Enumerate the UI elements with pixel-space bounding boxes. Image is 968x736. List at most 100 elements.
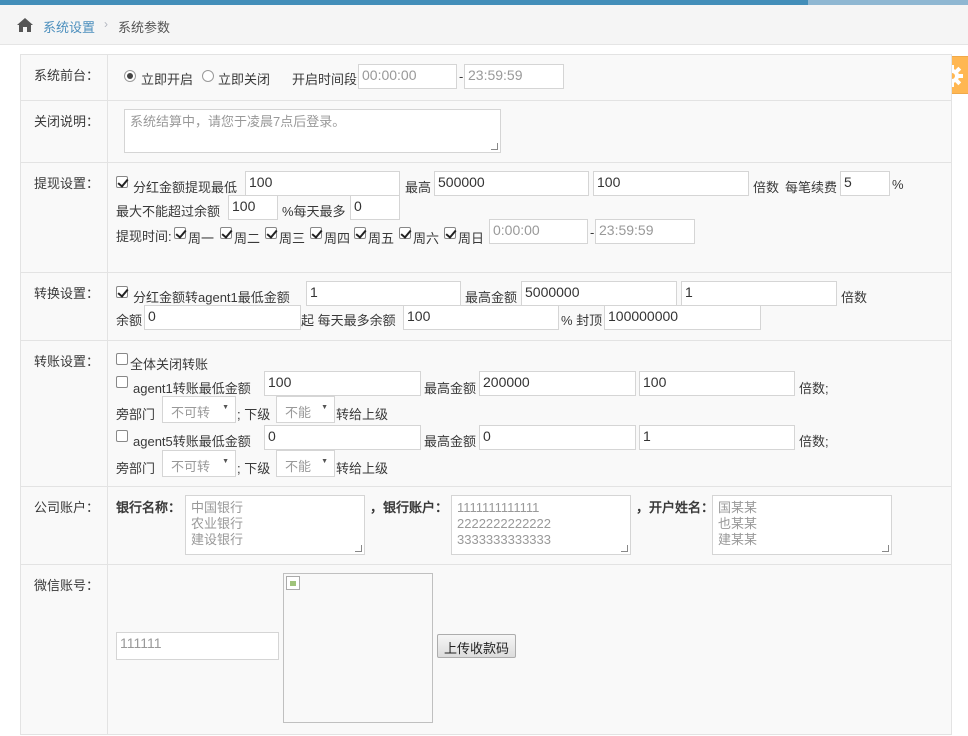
withdraw-min-input[interactable]: 100 [245, 171, 400, 196]
day-checkbox-sat[interactable] [399, 227, 411, 239]
day-checkbox-sun[interactable] [444, 227, 456, 239]
agent1-min-label: agent1转账最低金额 [133, 381, 251, 396]
day-checkbox-wed[interactable] [265, 227, 277, 239]
label-front: 系统前台： [20, 54, 108, 101]
convert-multiple-label: 倍数 [841, 290, 868, 305]
withdraw-checkbox[interactable] [116, 176, 128, 188]
day-checkbox-fri[interactable] [354, 227, 366, 239]
bank-accounts-textarea[interactable]: 1111111111111 2222222222222 333333333333… [451, 495, 631, 555]
withdraw-max-balance-input[interactable]: 100 [228, 195, 278, 220]
account-holder-label: ，开户姓名： [636, 500, 715, 515]
radio-close[interactable] [202, 70, 214, 82]
convert-min-label: 分红金额转agent1最低金额 [133, 290, 290, 305]
convert-max-label: 最高金额 [465, 290, 518, 305]
broken-image-icon [286, 576, 300, 590]
agent5-sub-label: ; 下级 [237, 461, 271, 476]
breadcrumb-system-params: 系统参数 [118, 20, 171, 35]
agent5-to-parent-label: 转给上级 [336, 461, 389, 476]
bank-names-textarea[interactable]: 中国银行 农业银行 建设银行 [185, 495, 365, 555]
agent5-multiple-input[interactable]: 1 [639, 425, 795, 450]
wechat-account-input[interactable]: 111111 [116, 632, 279, 660]
convert-cap-input[interactable]: 100000000 [604, 305, 761, 330]
radio-open-label: 立即开启 [141, 72, 194, 87]
day-checkbox-mon[interactable] [174, 227, 186, 239]
day-label-wed: 周三 [279, 231, 306, 246]
day-label-sat: 周六 [413, 231, 440, 246]
withdraw-fee-input[interactable]: 5 [840, 171, 890, 196]
agent5-max-label: 最高金额 [424, 434, 477, 449]
radio-open[interactable] [124, 70, 136, 82]
agent5-min-label: agent5转账最低金额 [133, 434, 251, 449]
day-label-mon: 周一 [188, 231, 215, 246]
bank-name-label: 银行名称： [116, 500, 182, 515]
agent5-dept-label: 旁部门 [116, 461, 156, 476]
convert-balance-input[interactable]: 0 [144, 305, 301, 330]
convert-min-input[interactable]: 1 [306, 281, 461, 306]
day-label-sun: 周日 [458, 231, 485, 246]
day-label-tue: 周二 [234, 231, 261, 246]
upload-qr-button[interactable]: 上传收款码 [437, 634, 517, 658]
agent1-min-input[interactable]: 100 [264, 371, 421, 396]
agent5-sub-select[interactable]: 不能 [276, 450, 335, 477]
withdraw-max-label: 最高 [405, 180, 432, 195]
label-wechat: 微信账号： [20, 564, 108, 735]
withdraw-max-balance-label: 最大不能超过余额 [116, 204, 221, 219]
convert-daily-input[interactable]: 100 [403, 305, 559, 330]
period-label: 开启时间段 [292, 72, 358, 87]
agent1-multiple-label: 倍数; [799, 381, 829, 396]
agent5-min-input[interactable]: 0 [264, 425, 421, 450]
radio-close-label: 立即关闭 [218, 72, 271, 87]
agent1-multiple-input[interactable]: 100 [639, 371, 795, 396]
dash: - [459, 69, 464, 84]
convert-checkbox[interactable] [116, 286, 128, 298]
front-end-time[interactable]: 23:59:59 [464, 64, 564, 89]
withdraw-daily-label: %每天最多 [282, 204, 346, 219]
day-label-thu: 周四 [324, 231, 351, 246]
withdraw-multiple-label: 倍数 [753, 180, 780, 195]
agent1-transfer-checkbox[interactable] [116, 376, 128, 388]
withdraw-start-time[interactable]: 0:00:00 [489, 219, 588, 244]
agent5-multiple-label: 倍数; [799, 434, 829, 449]
withdraw-multiple-input[interactable]: 100 [593, 171, 749, 196]
qr-code-image [283, 573, 433, 723]
front-start-time[interactable]: 00:00:00 [358, 64, 457, 89]
day-label-fri: 周五 [368, 231, 395, 246]
label-close-desc: 关闭说明： [20, 100, 108, 163]
agent1-dept-select[interactable]: 不可转 [162, 396, 236, 423]
account-holders-textarea[interactable]: 国某某 也某某 建某某 [712, 495, 892, 555]
withdraw-fee-label: 每笔续费 [785, 180, 838, 195]
close-all-transfer-checkbox[interactable] [116, 353, 128, 365]
agent1-to-parent-label: 转给上级 [336, 407, 389, 422]
withdraw-min-label: 分红金额提现最低 [133, 180, 238, 195]
home-icon[interactable] [16, 17, 34, 33]
agent1-max-input[interactable]: 200000 [479, 371, 636, 396]
breadcrumb-separator: › [104, 17, 108, 31]
convert-daily-label: 起 每天最多余额 [301, 313, 396, 328]
convert-balance-label: 余额 [116, 313, 143, 328]
label-convert: 转换设置： [20, 272, 108, 341]
agent1-max-label: 最高金额 [424, 381, 477, 396]
label-withdraw: 提现设置： [20, 162, 108, 273]
dash: - [590, 225, 595, 240]
bank-account-label: ，银行账户： [370, 500, 449, 515]
withdraw-fee-percent: % [892, 177, 904, 192]
agent5-dept-select[interactable]: 不可转 [162, 450, 236, 477]
agent1-sub-select[interactable]: 不能 [276, 396, 335, 423]
breadcrumb-system-settings[interactable]: 系统设置 [43, 17, 95, 36]
close-all-transfer-label: 全体关闭转账 [130, 357, 209, 372]
settings-form: 系统前台： 立即开启 立即关闭 开启时间段 00:00:00 - 23:59:5… [20, 54, 952, 735]
agent5-max-input[interactable]: 0 [479, 425, 636, 450]
convert-multiple-input[interactable]: 1 [681, 281, 837, 306]
day-checkbox-thu[interactable] [310, 227, 322, 239]
close-desc-textarea[interactable]: 系统结算中，请您于凌晨7点后登录。 [124, 109, 501, 153]
breadcrumb: 系统设置 › 系统参数 [0, 5, 968, 45]
convert-max-input[interactable]: 5000000 [521, 281, 677, 306]
convert-cap-label: % 封顶 [561, 313, 603, 328]
withdraw-daily-input[interactable]: 0 [350, 195, 400, 220]
withdraw-max-input[interactable]: 500000 [434, 171, 589, 196]
agent5-transfer-checkbox[interactable] [116, 430, 128, 442]
day-checkbox-tue[interactable] [220, 227, 232, 239]
withdraw-time-label: 提现时间: [116, 229, 172, 244]
label-transfer: 转账设置： [20, 340, 108, 487]
withdraw-end-time[interactable]: 23:59:59 [595, 219, 695, 244]
